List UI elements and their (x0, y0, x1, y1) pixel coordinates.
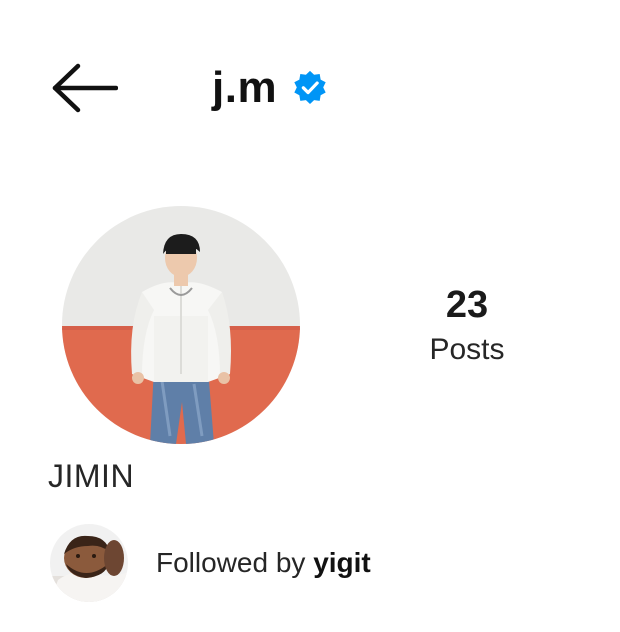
profile-title: j.m (212, 58, 329, 118)
followed-by-name[interactable]: yigit (313, 547, 371, 578)
display-name: JIMIN (48, 458, 135, 494)
username-title: j.m (212, 63, 278, 112)
profile-header: j.m (0, 0, 620, 170)
arrow-left-icon (50, 62, 118, 114)
profile-avatar[interactable] (62, 206, 300, 444)
profile-photo (62, 206, 300, 444)
posts-label: Posts (429, 333, 505, 366)
posts-stat[interactable]: 23 Posts (400, 282, 534, 370)
verified-badge-icon (294, 70, 326, 104)
follower-avatar[interactable] (50, 524, 128, 602)
followed-by-prefix: Followed by (156, 547, 306, 578)
followed-by-text: Followed by yigit (156, 547, 371, 579)
back-button[interactable] (48, 60, 120, 116)
follower-photo (50, 524, 128, 602)
followed-by-row[interactable]: Followed by yigit (50, 522, 590, 604)
posts-count: 23 (445, 284, 489, 326)
